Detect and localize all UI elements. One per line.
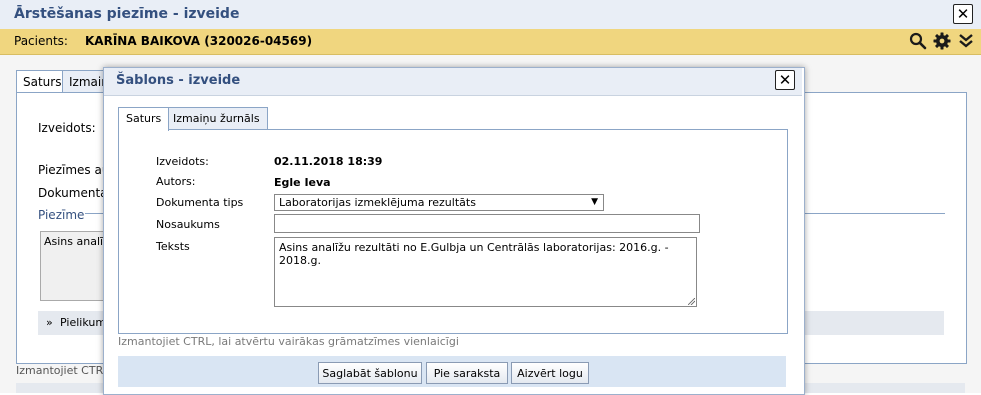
doc-type-label: Dokumenta tips: [156, 196, 244, 209]
search-button[interactable]: [907, 30, 929, 52]
tab-izmainu-zurnals[interactable]: Izmaiņu žurnāls: [165, 107, 268, 130]
created-value: 02.11.2018 18:39: [274, 155, 383, 168]
dialog-close-button[interactable]: ✕: [775, 70, 795, 90]
text-textarea-value: Asins analīžu rezultāti no E.Gulbja un C…: [279, 241, 669, 267]
close-window-button[interactable]: Aizvērt logu: [511, 362, 589, 384]
text-label: Teksts: [156, 240, 190, 253]
name-label: Nosaukums: [156, 218, 220, 231]
doc-type-select[interactable]: Laboratorijas izmeklējuma rezultāts ▼: [274, 194, 604, 211]
resize-grip-icon[interactable]: [688, 298, 695, 305]
back-to-list-button[interactable]: Pie saraksta: [426, 362, 508, 384]
dialog-hint-text: Izmantojiet CTRL, lai atvērtu vairākas g…: [118, 335, 459, 348]
bg-attachments-label: Pielikumi: [60, 316, 110, 329]
gear-icon: [933, 32, 951, 50]
name-input[interactable]: [274, 214, 700, 233]
outer-window-title: Ārstēšanas piezīme - izveide: [14, 6, 240, 22]
dropdown-arrow-icon: ▼: [591, 197, 598, 207]
tab-saturs[interactable]: Saturs: [118, 107, 170, 131]
bg-hint-text: Izmantojiet CTRL,: [16, 364, 113, 377]
double-chevron-down-icon: [959, 34, 973, 48]
created-label: Izveidots:: [156, 155, 209, 168]
close-icon: ✕: [778, 70, 792, 89]
close-icon: ✕: [956, 4, 970, 23]
doc-type-selected-value: Laboratorijas izmeklējuma rezultāts: [279, 196, 476, 209]
bg-note-textarea[interactable]: Asins analīz: [40, 231, 112, 301]
bg-section-label: Piezīme: [38, 208, 85, 222]
author-value: Egle Ieva: [274, 176, 331, 189]
bg-tab-saturs[interactable]: Saturs: [16, 70, 69, 93]
bg-note-text: Asins analīz: [44, 235, 109, 248]
chevron-double-down-icon: »: [46, 316, 53, 329]
outer-close-button[interactable]: ✕: [953, 4, 973, 24]
author-label: Autors:: [156, 175, 196, 188]
patient-value: KARĪNA BAIKOVA (320026-04569): [85, 34, 313, 48]
bg-created-label: Izveidots:: [38, 121, 96, 135]
dialog-title: Šablons - izveide: [116, 73, 241, 88]
search-icon: [909, 32, 927, 50]
save-template-button[interactable]: Saglabāt šablonu: [318, 362, 422, 384]
expand-button[interactable]: [955, 30, 977, 52]
settings-button[interactable]: [931, 30, 953, 52]
text-textarea[interactable]: Asins analīžu rezultāti no E.Gulbja un C…: [274, 237, 697, 307]
patient-label: Pacients:: [14, 34, 68, 48]
